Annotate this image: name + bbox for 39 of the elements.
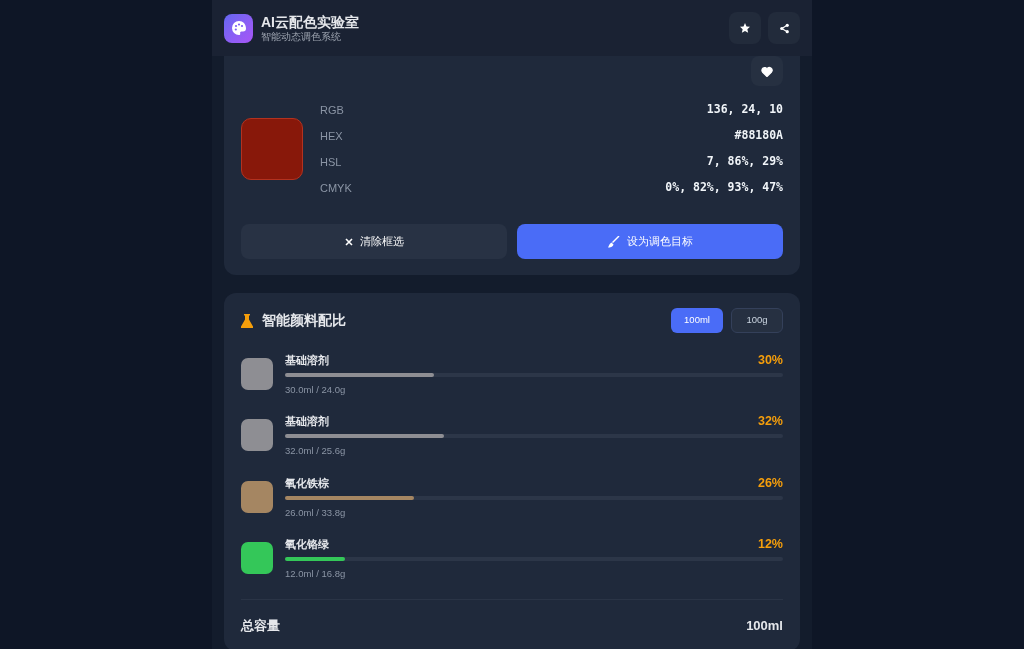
total-value: 100ml bbox=[746, 616, 783, 635]
star-icon bbox=[739, 22, 751, 34]
pigment-amount: 12.0ml / 16.8g bbox=[285, 567, 347, 581]
palette-icon bbox=[224, 13, 253, 43]
share-icon bbox=[778, 22, 790, 34]
value-text: #88180A bbox=[734, 127, 783, 145]
value-label: HSL bbox=[320, 154, 342, 170]
value-text: 0%, 82%, 93%, 47% bbox=[665, 179, 783, 197]
close-icon bbox=[344, 237, 353, 246]
pigment-percent: 32% bbox=[757, 413, 783, 431]
app-subtitle: 智能动态调色系统 bbox=[261, 31, 342, 43]
pigment-amount: 32.0ml / 25.6g bbox=[285, 444, 347, 458]
set-target-button[interactable]: 设为调色目标 bbox=[517, 224, 783, 259]
unit-toggle[interactable]: 100g bbox=[731, 308, 783, 333]
pigment-percent: 26% bbox=[757, 474, 783, 492]
total-label: 总容量 bbox=[241, 616, 280, 635]
heart-icon bbox=[761, 65, 773, 77]
brush-icon bbox=[607, 235, 620, 248]
flask-icon bbox=[241, 313, 253, 328]
clear-selection-button[interactable]: 清除框选 bbox=[241, 224, 507, 259]
value-label: HEX bbox=[320, 128, 343, 144]
pigment-amount: 26.0ml / 33.8g bbox=[285, 505, 347, 520]
pigment-percent: 12% bbox=[757, 536, 783, 554]
pigment-name: 基础溶剂 bbox=[285, 414, 329, 430]
star-button[interactable] bbox=[729, 12, 761, 44]
pigment-amount: 30.0ml / 24.0g bbox=[285, 382, 347, 397]
pigment-name: 氧化铬绿 bbox=[285, 537, 329, 553]
share-button[interactable] bbox=[768, 12, 800, 44]
value-label: CMYK bbox=[320, 180, 352, 196]
unit-toggle[interactable]: 100ml bbox=[671, 308, 723, 333]
value-text: 7, 86%, 29% bbox=[706, 153, 783, 171]
value-label: RGB bbox=[320, 102, 344, 118]
pigment-percent: 30% bbox=[757, 351, 783, 369]
pigment-name: 氧化铁棕 bbox=[285, 475, 329, 491]
value-text: 136, 24, 10 bbox=[706, 101, 783, 119]
section-title: 智能颜料配比 bbox=[262, 311, 346, 330]
pigment-name: 基础溶剂 bbox=[285, 352, 329, 368]
app-title: AI云配色实验室 bbox=[261, 13, 359, 31]
favorite-button[interactable] bbox=[751, 56, 783, 86]
